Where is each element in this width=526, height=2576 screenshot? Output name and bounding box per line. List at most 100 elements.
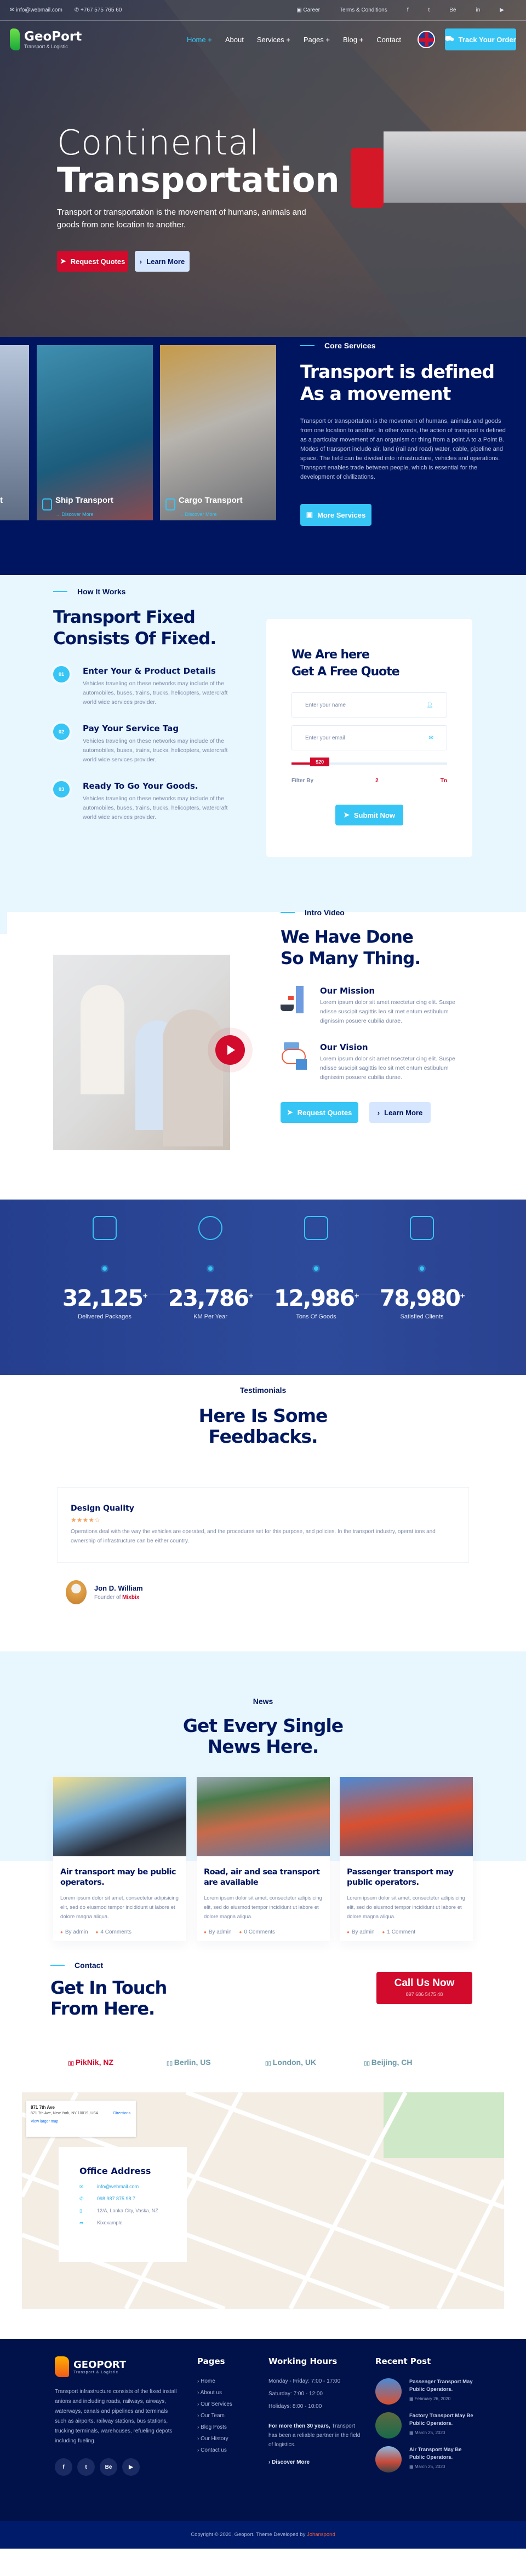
truck-icon [165, 498, 175, 510]
hero-text: Transport or transportation is the movem… [57, 208, 306, 230]
linkedin-icon[interactable]: in [476, 7, 481, 13]
more-services-button[interactable]: ▣ More Services [300, 504, 371, 526]
footer-logo: GEOPORT Transport & Logistic [55, 2356, 181, 2377]
footer: GEOPORT Transport & Logistic Transport in… [0, 2339, 526, 2549]
uk-flag-icon[interactable] [418, 31, 435, 48]
career-link[interactable]: ▣ Career [296, 7, 320, 13]
stat-clients: 78,980+ Satisfied Clients [367, 1216, 477, 1320]
office-address-card: Office Address ✉ info@webmail.com ✆ 098 98… [59, 2147, 187, 2262]
twitter-icon[interactable]: t [77, 2458, 95, 2476]
tab-berlin[interactable]: Berlin, US [167, 2058, 265, 2067]
hero-title-line2: Transportation [57, 160, 340, 200]
footer-link[interactable]: Blog Posts [197, 2424, 232, 2430]
news-card[interactable]: Road, air and sea transport are availabl… [197, 1777, 330, 1941]
contact-section: Contact Get In Touch From Here. Call Us No… [0, 1950, 526, 2339]
cart-icon [304, 1216, 328, 1240]
learn-more-button[interactable]: › Learn More [369, 1102, 431, 1123]
twitter-icon[interactable]: t [428, 7, 430, 13]
footer-link[interactable]: Our Services [197, 2401, 232, 2407]
recent-post[interactable]: Factory Transport May Be Public Operator… [375, 2412, 474, 2439]
email-input[interactable]: Enter your email ✉ [291, 725, 447, 750]
news-card[interactable]: Air transport may be public operators. Lo… [53, 1777, 186, 1941]
route-icon [93, 1216, 117, 1240]
phone-link[interactable]: ✆ +767 575 765 60 [75, 7, 122, 13]
phone-icon: ✆ [79, 2196, 84, 2201]
stat-km: 23,786+ KM Per Year [156, 1216, 265, 1320]
mail-icon: ✉ [428, 735, 433, 741]
tab-piknik[interactable]: PikNik, NZ [68, 2058, 167, 2067]
call-us-button[interactable]: Call Us Now 897 686 5475 48 [376, 1972, 472, 2004]
track-order-button[interactable]: ⛟ Track Your Order [445, 28, 516, 50]
recent-post[interactable]: Passenger Transport May Public Operators… [375, 2378, 474, 2405]
share-icon: ➦ [79, 2220, 84, 2225]
nav-blog[interactable]: Blog + [343, 36, 363, 44]
footer-link[interactable]: Home [197, 2378, 232, 2384]
footer-link[interactable]: About us [197, 2390, 232, 2396]
logo[interactable]: GeoPort Transport & Logistic [10, 28, 82, 50]
service-card-cargo[interactable]: Cargo Transport → Discover More [160, 345, 276, 520]
behance-icon[interactable]: Bē [100, 2458, 117, 2476]
rating-stars: ★★★★☆ [71, 1516, 100, 1524]
quote-form: We Are here Get A Free Quote Enter your n… [266, 619, 472, 857]
tab-london[interactable]: London, UK [265, 2058, 364, 2067]
play-video-button[interactable] [215, 1035, 245, 1065]
recent-post[interactable]: Air Transport May Be Public Operators. ▦ … [375, 2446, 474, 2472]
nav-home[interactable]: Home + [187, 36, 212, 44]
footer-link[interactable]: Our History [197, 2436, 232, 2442]
facebook-icon[interactable]: f [55, 2458, 72, 2476]
step-item: 01 Enter Your & Product Details Vehicles t… [53, 666, 245, 707]
crane-icon [281, 986, 309, 1014]
globe-icon [198, 1216, 222, 1240]
name-input[interactable]: Enter your name 👤︎ [291, 692, 447, 718]
news-section: News Get Every Single News Here. Air tran… [0, 1651, 526, 1950]
tab-beijing[interactable]: Beijing, CH [364, 2058, 462, 2067]
weight-slider[interactable]: $20 [291, 758, 447, 766]
nav-pages[interactable]: Pages + [304, 36, 330, 44]
map-info-box: 871 7th Ave 871 7th Ave, New York, NY 100… [26, 2101, 136, 2137]
main-nav: GeoPort Transport & Logistic Home + About… [10, 26, 516, 53]
youtube-icon[interactable]: ▶ [122, 2458, 140, 2476]
stat-tons: 12,986+ Tons Of Goods [261, 1216, 371, 1320]
news-card[interactable]: Passenger transport may public operators… [340, 1777, 473, 1941]
discover-more-link[interactable]: → Discover More [55, 512, 94, 517]
nav-about[interactable]: About [225, 36, 244, 44]
core-services-section: t Ship Transport → Discover More Cargo T… [0, 337, 526, 575]
email-link[interactable]: ✉ info@webmail.com [10, 7, 62, 13]
mail-icon: ✉ [79, 2184, 84, 2189]
view-larger-map-link[interactable]: View larger map [31, 2120, 132, 2124]
stats-section: 32,125+ Delivered Packages 23,786+ KM Per … [0, 1200, 526, 1375]
testimonial-author: Jon D. William Founder of Mixbix [66, 1580, 143, 1604]
nav-services[interactable]: Services + [257, 36, 290, 44]
terms-link[interactable]: Terms & Conditions [340, 7, 387, 13]
how-it-works-section: How It Works Transport Fixed Consists Of … [0, 575, 526, 898]
logo-icon [10, 28, 20, 50]
stat-delivered: 32,125+ Delivered Packages [50, 1216, 159, 1320]
facebook-icon[interactable]: f [407, 7, 409, 13]
footer-link[interactable]: Our Team [197, 2413, 232, 2419]
discover-more-link[interactable]: › Discover More [268, 2459, 362, 2465]
core-text: Transport or transportation is the movem… [300, 418, 506, 480]
user-icon: 👤︎ [426, 702, 433, 708]
team-photo [53, 955, 230, 1150]
section-eyebrow: How It Works [53, 587, 245, 596]
discover-more-link[interactable]: → Discover More [179, 512, 217, 517]
developer-link[interactable]: Johanspond [307, 2532, 335, 2538]
hero-title-line1: Continental [57, 123, 260, 163]
footer-link[interactable]: Contact us [197, 2447, 232, 2453]
youtube-icon[interactable]: ▶ [500, 7, 504, 13]
delivery-route-icon [281, 1042, 309, 1071]
client-icon [410, 1216, 434, 1240]
how-title: Transport Fixed Consists Of Fixed. [53, 607, 216, 649]
service-card-ship[interactable]: Ship Transport → Discover More [37, 345, 153, 520]
step-item: 02 Pay Your Service Tag Vehicles traveling… [53, 724, 245, 765]
behance-icon[interactable]: Bē [449, 7, 456, 13]
directions-link[interactable]: Directions [113, 2112, 130, 2115]
ship-icon [42, 498, 52, 510]
service-card-air[interactable]: t [0, 345, 29, 520]
learn-more-button[interactable]: › Learn More [135, 251, 190, 272]
nav-contact[interactable]: Contact [376, 36, 401, 44]
submit-button[interactable]: ➤ Submit Now [335, 805, 403, 825]
request-quotes-button[interactable]: ➤ Request Quotes [57, 251, 128, 272]
request-quotes-button[interactable]: ➤ Request Quotes [281, 1102, 358, 1123]
copyright: Copyright © 2020, Geoport. Theme Develop… [0, 2521, 526, 2549]
